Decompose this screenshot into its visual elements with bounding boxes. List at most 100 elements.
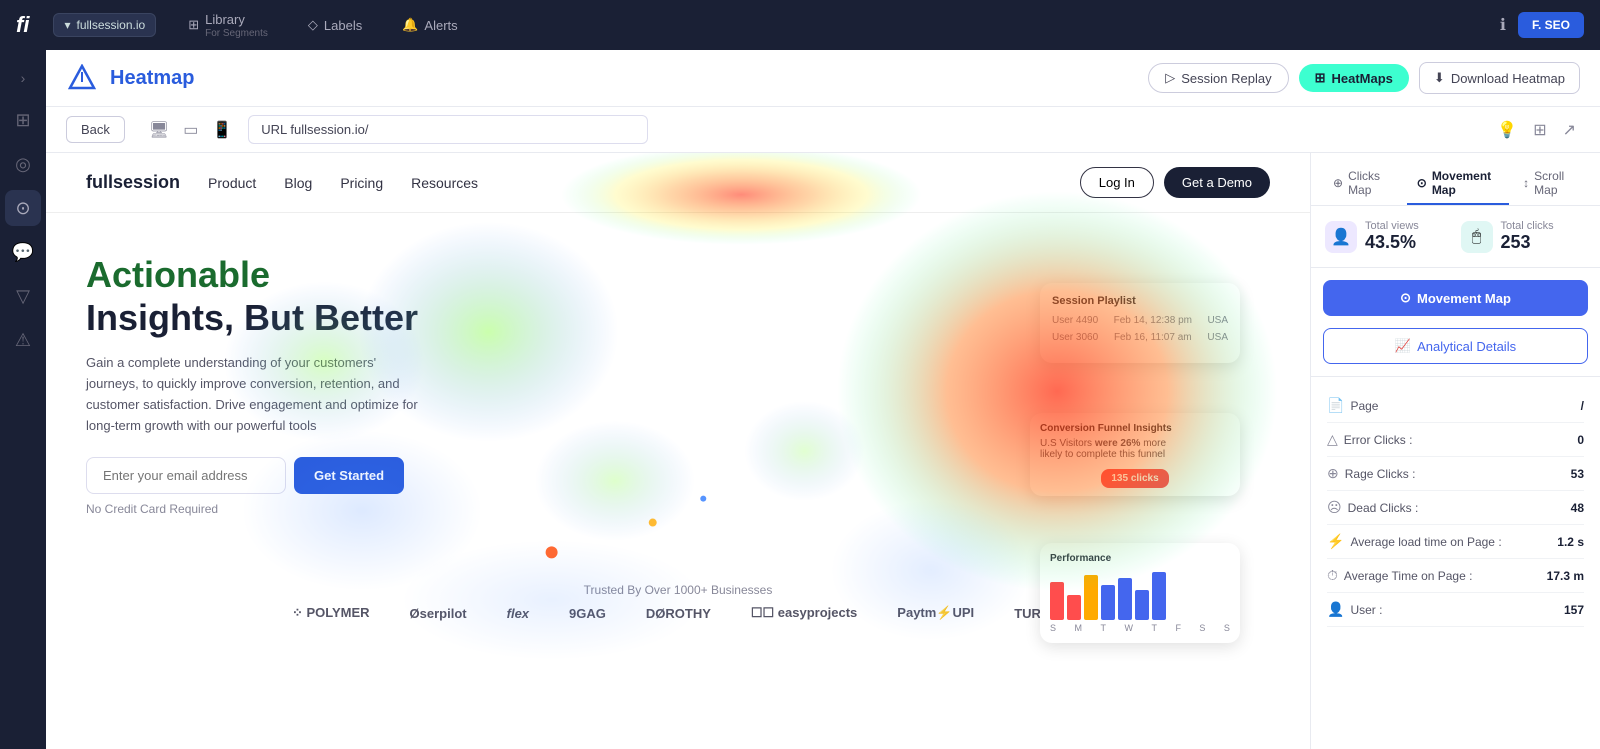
replay-icon: ▷ xyxy=(1165,70,1175,86)
analytics-error-clicks: △ Error Clicks : 0 xyxy=(1327,423,1584,457)
page-value: / xyxy=(1581,399,1584,413)
sidebar-item-filter[interactable]: ▽ xyxy=(5,278,41,314)
movement-map-icon: ⊙ xyxy=(1417,176,1427,190)
rage-clicks-label: Rage Clicks : xyxy=(1345,467,1416,481)
rage-clicks-icon: ⊕ xyxy=(1327,465,1339,482)
library-label: Library xyxy=(205,12,268,27)
lightbulb-icon[interactable]: 💡 xyxy=(1493,116,1521,144)
site-logo: fullsession xyxy=(86,172,180,193)
toolbar-right-icons: 💡 ⊞ ↗ xyxy=(1493,116,1580,144)
site-nav-pricing[interactable]: Pricing xyxy=(340,175,383,191)
analytical-label: Analytical Details xyxy=(1417,339,1516,354)
tab-clicks-map[interactable]: ⊕ Clicks Map xyxy=(1323,163,1403,205)
session-replay-button[interactable]: ▷ Session Replay xyxy=(1148,63,1288,93)
device-icons: 🖥 ▭ 📱 xyxy=(145,116,236,144)
info-icon[interactable]: ℹ xyxy=(1500,15,1506,35)
library-icon: ⊞ xyxy=(188,17,199,33)
tab-movement-map[interactable]: ⊙ Movement Map xyxy=(1407,163,1509,205)
sidebar: › ⊞ ◎ ⊙ 💬 ▽ ⚠ xyxy=(0,50,46,749)
tab-scroll-map[interactable]: ↕ Scroll Map xyxy=(1513,163,1588,205)
nav-library[interactable]: ⊞ Library For Segments xyxy=(180,8,276,43)
page-label: Page xyxy=(1350,399,1378,413)
site-login-button[interactable]: Log In xyxy=(1080,167,1154,198)
content-area: fullsession Product Blog Pricing Resourc… xyxy=(46,153,1600,749)
total-clicks-stat: 🖱 Total clicks 253 xyxy=(1461,220,1587,253)
analytics-dead-clicks: ☹ Dead Clicks : 48 xyxy=(1327,491,1584,525)
session-playlist-widget: Session Playlist User 4490Feb 14, 12:38 … xyxy=(1040,283,1240,363)
map-type-tabs: ⊕ Clicks Map ⊙ Movement Map ↕ Scroll Map xyxy=(1311,153,1600,206)
get-started-button[interactable]: Get Started xyxy=(294,457,404,494)
movement-map-button[interactable]: ⊙ Movement Map xyxy=(1323,280,1588,316)
heatmap-icon: ⊞ xyxy=(1315,70,1326,86)
labels-icon: ◇ xyxy=(308,17,318,33)
back-button[interactable]: Back xyxy=(66,116,125,143)
url-input[interactable] xyxy=(248,115,648,144)
sidebar-item-target[interactable]: ◎ xyxy=(5,146,41,182)
user-button[interactable]: F. SEO xyxy=(1518,12,1584,38)
app-logo: fi xyxy=(16,12,29,38)
user-value: 157 xyxy=(1564,603,1584,617)
page-icon: 📄 xyxy=(1327,397,1344,414)
sidebar-item-chat[interactable]: 💬 xyxy=(5,234,41,270)
library-sub: For Segments xyxy=(205,28,268,39)
performance-widget: Performance xyxy=(1040,543,1240,643)
brand-easyprojects: ☐☐ easyprojects xyxy=(751,605,857,621)
dead-clicks-icon: ☹ xyxy=(1327,499,1342,516)
analytical-details-button[interactable]: 📈 Analytical Details xyxy=(1323,328,1588,364)
site-demo-button[interactable]: Get a Demo xyxy=(1164,167,1270,198)
avg-time-icon: ⏱ xyxy=(1327,567,1338,584)
brand-9gag: 9GAG xyxy=(569,606,606,621)
sidebar-item-heatmap[interactable]: ⊙ xyxy=(5,190,41,226)
hero-h1-dark: Insights, But Better xyxy=(86,297,418,338)
sidebar-item-warning[interactable]: ⚠ xyxy=(5,322,41,358)
rage-clicks-value: 53 xyxy=(1571,467,1584,481)
sidebar-toggle[interactable]: › xyxy=(7,62,39,94)
views-info: Total views 43.5% xyxy=(1365,220,1419,253)
views-value: 43.5% xyxy=(1365,232,1419,253)
site-nav-product[interactable]: Product xyxy=(208,175,256,191)
avg-load-value: 1.2 s xyxy=(1557,535,1584,549)
brand-serpilot: Øserpilot xyxy=(410,606,467,621)
email-input[interactable] xyxy=(86,457,286,494)
hero-text: Actionable Insights, But Better Gain a c… xyxy=(86,253,486,553)
grid-icon[interactable]: ⊞ xyxy=(1529,116,1550,144)
workspace-label: fullsession.io xyxy=(76,18,145,32)
site-nav-blog[interactable]: Blog xyxy=(284,175,312,191)
scroll-map-icon: ↕ xyxy=(1523,176,1529,190)
heatmaps-button[interactable]: ⊞ HeatMaps xyxy=(1299,64,1409,92)
analytics-avg-time: ⏱ Average Time on Page : 17.3 m xyxy=(1327,559,1584,593)
dropdown-icon: ▾ xyxy=(64,18,70,32)
sidebar-item-grid[interactable]: ⊞ xyxy=(5,102,41,138)
mobile-icon[interactable]: 📱 xyxy=(208,116,236,144)
email-row: Get Started xyxy=(86,457,486,494)
share-icon[interactable]: ↗ xyxy=(1559,116,1580,144)
avg-load-label: Average load time on Page : xyxy=(1350,535,1501,549)
error-clicks-value: 0 xyxy=(1577,433,1584,447)
heatmap-viewer: fullsession Product Blog Pricing Resourc… xyxy=(46,153,1310,749)
header-actions: ▷ Session Replay ⊞ HeatMaps ⬇ Download H… xyxy=(1148,62,1580,94)
nav-labels[interactable]: ◇ Labels xyxy=(300,13,370,37)
tablet-icon[interactable]: ▭ xyxy=(179,116,202,144)
avg-load-icon: ⚡ xyxy=(1327,533,1344,550)
analytics-rage-clicks: ⊕ Rage Clicks : 53 xyxy=(1327,457,1584,491)
analytics-page: 📄 Page / xyxy=(1327,389,1584,423)
site-nav-resources[interactable]: Resources xyxy=(411,175,478,191)
desktop-icon[interactable]: 🖥 xyxy=(145,116,173,144)
workspace-selector[interactable]: ▾ fullsession.io xyxy=(53,13,156,37)
download-label: Download Heatmap xyxy=(1451,71,1565,86)
avg-time-value: 17.3 m xyxy=(1547,569,1584,583)
brand-flex: flex xyxy=(507,606,529,621)
clicks-label: Total clicks xyxy=(1501,220,1554,232)
heatmap-logo-icon xyxy=(66,62,98,94)
site-nav-buttons: Log In Get a Demo xyxy=(1080,167,1270,198)
stats-row: 👤 Total views 43.5% 🖱 Total clicks 253 xyxy=(1311,206,1600,268)
hero-paragraph: Gain a complete understanding of your cu… xyxy=(86,353,426,436)
brand-paytm: Paytm⚡UPI xyxy=(897,605,974,621)
download-heatmap-button[interactable]: ⬇ Download Heatmap xyxy=(1419,62,1580,94)
error-clicks-icon: △ xyxy=(1327,431,1338,448)
user-analytics-icon: 👤 xyxy=(1327,601,1344,618)
download-icon: ⬇ xyxy=(1434,70,1445,86)
views-label: Total views xyxy=(1365,220,1419,232)
movement-btn-icon: ⊙ xyxy=(1400,290,1411,306)
nav-alerts[interactable]: 🔔 Alerts xyxy=(394,13,465,37)
